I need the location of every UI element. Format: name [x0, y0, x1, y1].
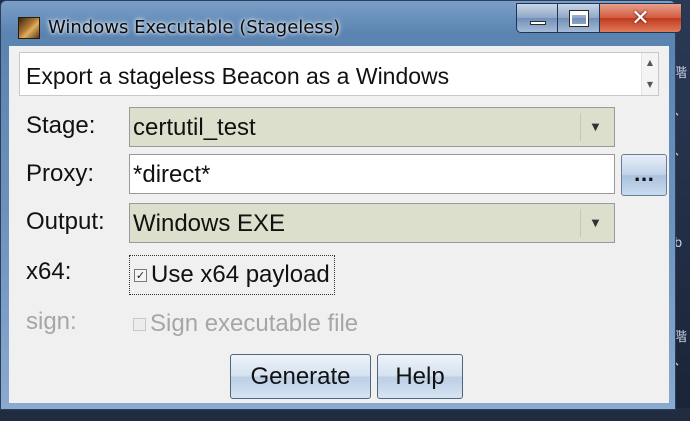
app-icon — [18, 17, 40, 39]
help-button[interactable]: Help — [377, 354, 463, 399]
sign-label: sign: — [26, 308, 77, 335]
minimize-button[interactable] — [516, 3, 558, 33]
proxy-browse-button[interactable]: ... — [621, 154, 667, 196]
sign-checkbox-label: Sign executable file — [150, 310, 359, 337]
scroll-up-icon[interactable]: ▲ — [642, 55, 658, 71]
minimize-icon — [530, 21, 546, 25]
x64-label: x64: — [26, 258, 72, 285]
proxy-value: *direct* — [133, 161, 211, 188]
close-button[interactable]: ✕ — [600, 3, 682, 33]
output-value: Windows EXE — [133, 210, 286, 237]
sign-checkbox-row[interactable]: Sign executable file — [129, 305, 358, 343]
output-select[interactable]: Windows EXE ▼ — [129, 203, 615, 243]
x64-checkbox-label: Use x64 payload — [151, 261, 330, 288]
proxy-label: Proxy: — [26, 160, 95, 187]
maximize-icon — [570, 11, 588, 26]
dialog-window: Windows Executable (Stageless) ✕ Export … — [0, 0, 682, 410]
description-scrollbar[interactable]: ▲ ▼ — [641, 53, 658, 95]
x64-checkbox[interactable]: ✓ — [134, 268, 147, 282]
generate-button[interactable]: Generate — [230, 354, 371, 399]
description-area[interactable]: Export a stageless Beacon as a Windows ▲… — [19, 52, 659, 96]
stage-label: Stage: — [26, 112, 96, 139]
x64-checkbox-row[interactable]: ✓ Use x64 payload — [129, 255, 335, 295]
description-text: Export a stageless Beacon as a Windows — [26, 63, 450, 89]
sign-checkbox[interactable] — [133, 317, 146, 331]
scroll-down-icon[interactable]: ▼ — [642, 77, 658, 93]
window-title: Windows Executable (Stageless) — [48, 17, 341, 38]
title-bar[interactable]: Windows Executable (Stageless) ✕ — [1, 1, 682, 47]
dialog-content: Export a stageless Beacon as a Windows ▲… — [9, 46, 669, 403]
maximize-button[interactable] — [558, 3, 600, 33]
stage-value: certutil_test — [133, 114, 256, 141]
chevron-down-icon[interactable]: ▼ — [580, 209, 610, 237]
close-icon: ✕ — [631, 5, 650, 31]
window-controls: ✕ — [516, 3, 682, 35]
chevron-down-icon[interactable]: ▼ — [580, 113, 610, 141]
stage-select[interactable]: certutil_test ▼ — [129, 107, 615, 147]
proxy-input[interactable]: *direct* — [129, 154, 615, 194]
output-label: Output: — [26, 208, 105, 235]
